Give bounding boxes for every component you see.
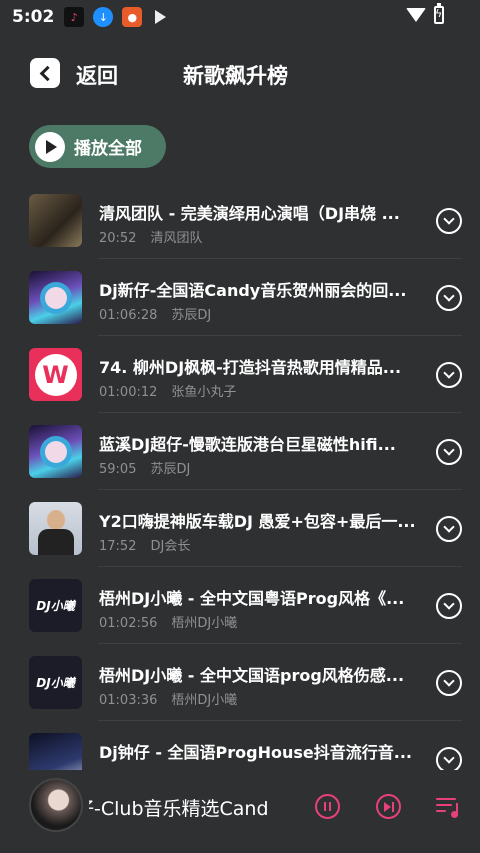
more-options-button[interactable] [436, 670, 462, 696]
wifi-icon [406, 8, 426, 22]
app-icon: ● [122, 7, 143, 27]
song-item[interactable]: Dj新仔-全国语Candy音乐贺州丽会的回... 01:06:28 苏辰DJ [0, 259, 480, 336]
song-item[interactable]: DJ小曦 梧州DJ小曦 - 全中文国粤语Prog风格《... 01:02:56 梧… [0, 567, 480, 644]
more-options-button[interactable] [436, 747, 462, 770]
song-meta: 01:03:36 梧州DJ小曦 [99, 689, 237, 708]
song-item[interactable]: Dj钟仔 - 全国语ProgHouse抖音流行音... [0, 721, 480, 770]
song-meta: 59:05 苏辰DJ [99, 458, 190, 477]
song-duration: 01:03:36 [99, 693, 158, 708]
song-duration: 01:06:28 [99, 308, 158, 323]
chevron-down-icon [443, 598, 455, 610]
song-artist: 苏辰DJ [171, 308, 212, 323]
cover-text: DJ小曦 [36, 599, 75, 613]
back-label[interactable]: 返回 [76, 60, 118, 90]
song-title: 清风团队 - 完美演绎用心演唱（DJ串烧 ... [99, 204, 400, 223]
playlist-queue-button[interactable] [436, 796, 458, 818]
status-bar: 5:02 ♪ ↓ ● [0, 0, 480, 34]
play-all-label: 播放全部 [74, 139, 142, 159]
chevron-down-icon [443, 213, 455, 225]
song-item[interactable]: Y2口嗨提神版车载DJ 愚爱+包容+最后一... 17:52 DJ会长 [0, 490, 480, 567]
chevron-down-icon [443, 521, 455, 533]
mini-player[interactable]: 仔-Club音乐精选Cand [0, 770, 480, 853]
chevron-down-icon [443, 367, 455, 379]
song-artist: DJ会长 [150, 539, 191, 554]
song-meta: 01:02:56 梧州DJ小曦 [99, 612, 237, 631]
song-cover [29, 194, 82, 247]
more-options-button[interactable] [436, 208, 462, 234]
song-duration: 20:52 [99, 231, 137, 246]
song-cover [29, 502, 82, 555]
cover-text: DJ小曦 [36, 676, 75, 690]
song-meta: 01:06:28 苏辰DJ [99, 304, 211, 323]
song-title: 74. 柳州DJ枫枫-打造抖音热歌用情精品... [99, 358, 402, 377]
chevron-down-icon [443, 290, 455, 302]
more-options-button[interactable] [436, 439, 462, 465]
song-artist: 张鱼小丸子 [171, 385, 237, 400]
play-circle-icon [35, 131, 65, 162]
next-track-button[interactable] [376, 794, 401, 819]
chevron-down-icon [443, 752, 455, 764]
back-button[interactable] [30, 58, 60, 88]
page-title: 新歌飙升榜 [183, 64, 288, 88]
song-duration: 59:05 [99, 462, 137, 477]
song-meta: 01:00:12 张鱼小丸子 [99, 381, 236, 400]
song-cover: W [29, 348, 82, 401]
song-artist: 清风团队 [150, 231, 203, 246]
song-title: Y2口嗨提神版车载DJ 愚爱+包容+最后一... [99, 512, 416, 531]
song-artist: 苏辰DJ [150, 462, 191, 477]
chevron-left-icon [39, 65, 55, 81]
song-title: Dj新仔-全国语Candy音乐贺州丽会的回... [99, 281, 407, 300]
play-icon [155, 10, 167, 24]
song-duration: 01:02:56 [99, 616, 158, 631]
song-title: 蓝溪DJ超仔-慢歌连版港台巨星磁性hifi... [99, 435, 396, 454]
song-artist: 梧州DJ小曦 [171, 693, 238, 708]
song-title: 梧州DJ小曦 - 全中文国语prog风格伤感... [99, 666, 405, 685]
more-options-button[interactable] [436, 362, 462, 388]
battery-charging-icon [434, 3, 444, 24]
song-item[interactable]: 清风团队 - 完美演绎用心演唱（DJ串烧 ... 20:52 清风团队 [0, 182, 480, 259]
now-playing-cover[interactable] [29, 778, 83, 832]
more-options-button[interactable] [436, 285, 462, 311]
song-cover [29, 733, 82, 770]
song-list[interactable]: 清风团队 - 完美演绎用心演唱（DJ串烧 ... 20:52 清风团队 Dj新仔-… [0, 180, 480, 770]
song-artist: 梧州DJ小曦 [171, 616, 238, 631]
song-cover [29, 271, 82, 324]
song-title: 梧州DJ小曦 - 全中文国粤语Prog风格《... [99, 589, 405, 608]
song-cover [29, 425, 82, 478]
song-duration: 01:00:12 [99, 385, 158, 400]
chevron-down-icon [443, 444, 455, 456]
song-cover: DJ小曦 [29, 656, 82, 709]
song-meta: 20:52 清风团队 [99, 227, 202, 246]
song-item[interactable]: W 74. 柳州DJ枫枫-打造抖音热歌用情精品... 01:00:12 张鱼小丸子 [0, 336, 480, 413]
more-options-button[interactable] [436, 593, 462, 619]
status-time: 5:02 [12, 7, 55, 27]
download-icon: ↓ [93, 7, 114, 27]
play-all-button[interactable]: 播放全部 [29, 125, 166, 168]
brand-logo-icon: W [34, 353, 77, 396]
song-item[interactable]: 蓝溪DJ超仔-慢歌连版港台巨星磁性hifi... 59:05 苏辰DJ [0, 413, 480, 490]
more-options-button[interactable] [436, 516, 462, 542]
app-icon: ♪ [64, 7, 85, 27]
song-item[interactable]: DJ小曦 梧州DJ小曦 - 全中文国语prog风格伤感... 01:03:36 梧… [0, 644, 480, 721]
pause-button[interactable] [315, 794, 340, 819]
song-cover: DJ小曦 [29, 579, 82, 632]
song-title: Dj钟仔 - 全国语ProgHouse抖音流行音... [99, 743, 412, 762]
header: 返回 新歌飙升榜 [0, 50, 480, 96]
song-duration: 17:52 [99, 539, 137, 554]
song-meta: 17:52 DJ会长 [99, 535, 190, 554]
now-playing-title[interactable]: 仔-Club音乐精选Cand [89, 794, 301, 821]
chevron-down-icon [443, 675, 455, 687]
